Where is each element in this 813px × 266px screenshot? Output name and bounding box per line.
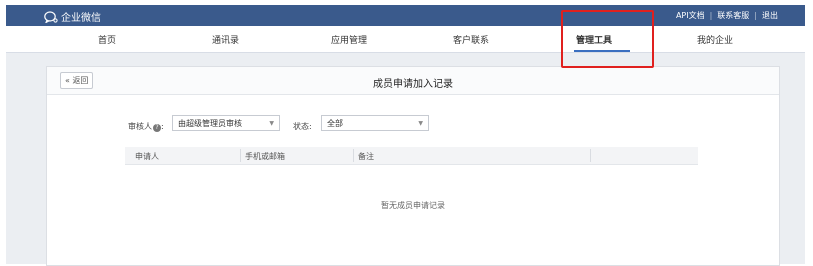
reviewer-filter-label: 审核人?: (128, 122, 164, 132)
nav-item-contacts[interactable]: 通讯录 (212, 33, 239, 46)
panel-header: « 返回 成员申请加入记录 (47, 67, 779, 95)
highlight-box (561, 10, 654, 68)
logo-text: 企业微信 (61, 13, 101, 24)
status-select-value: 全部 (327, 119, 343, 128)
empty-state-text: 暂无成员申请记录 (381, 201, 445, 210)
column-remarks: 备注 (358, 152, 374, 161)
reviewer-select[interactable]: 由超级管理员审核 ▼ (172, 115, 280, 131)
column-applicant: 申请人 (135, 152, 159, 161)
nav-item-my-company[interactable]: 我的企业 (697, 33, 733, 46)
status-select[interactable]: 全部 ▼ (321, 115, 429, 131)
logo[interactable]: 企业微信 (44, 9, 101, 24)
api-docs-link[interactable]: API文档 (676, 10, 705, 21)
nav-item-home[interactable]: 首页 (98, 33, 116, 46)
top-links: API文档 | 联系客服 | 退出 (676, 10, 778, 21)
nav-item-customer-contact[interactable]: 客户联系 (453, 33, 489, 46)
column-phone-email: 手机或邮箱 (245, 152, 285, 161)
divider: | (754, 11, 757, 20)
divider: | (709, 11, 713, 20)
logout-link[interactable]: 退出 (762, 10, 778, 21)
page-title: 成员申请加入记录 (373, 79, 453, 90)
main-nav: 首页 通讯录 应用管理 客户联系 管理工具 我的企业 (6, 26, 805, 53)
help-icon[interactable]: ? (153, 124, 161, 132)
chevron-down-icon: ▼ (418, 120, 423, 127)
contact-support-link[interactable]: 联系客服 (717, 10, 749, 21)
table-header: 申请人 手机或邮箱 备注 (125, 147, 698, 165)
chevron-down-icon: ▼ (269, 120, 274, 127)
status-filter-label: 状态: (293, 122, 312, 131)
records-panel: « 返回 成员申请加入记录 审核人?: 由超级管理员审核 ▼ 状态: 全部 ▼ … (46, 66, 780, 266)
chat-bubble-icon (44, 10, 58, 23)
column-divider (240, 149, 241, 162)
column-divider (353, 149, 354, 162)
reviewer-label-text: 审核人 (128, 122, 152, 131)
top-bar: 企业微信 API文档 | 联系客服 | 退出 (6, 5, 805, 26)
column-divider (590, 149, 591, 162)
reviewer-select-value: 由超级管理员审核 (178, 119, 242, 128)
nav-item-apps[interactable]: 应用管理 (331, 33, 367, 46)
